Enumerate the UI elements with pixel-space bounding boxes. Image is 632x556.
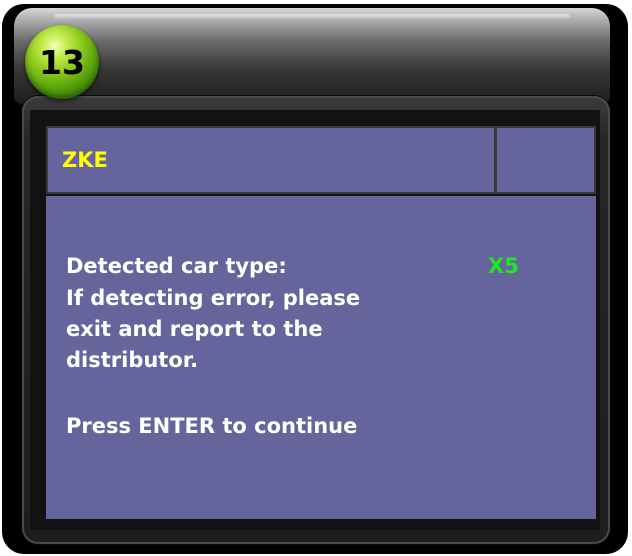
error-instruction-line-1: If detecting error, please [66, 286, 361, 310]
step-number-badge: 13 [25, 25, 99, 99]
error-instruction-line-2: exit and report to the [66, 317, 323, 341]
step-number: 13 [39, 42, 85, 82]
header-title-cell: ZKE [48, 128, 494, 192]
header-side-cell [497, 128, 594, 192]
top-bar [14, 8, 610, 104]
module-title: ZKE [62, 148, 108, 172]
detected-car-type-value: X5 [488, 254, 519, 278]
detected-car-type-label: Detected car type: [66, 254, 287, 278]
continue-prompt: Press ENTER to continue [66, 414, 358, 438]
error-instruction-line-3: distributor. [66, 348, 199, 372]
